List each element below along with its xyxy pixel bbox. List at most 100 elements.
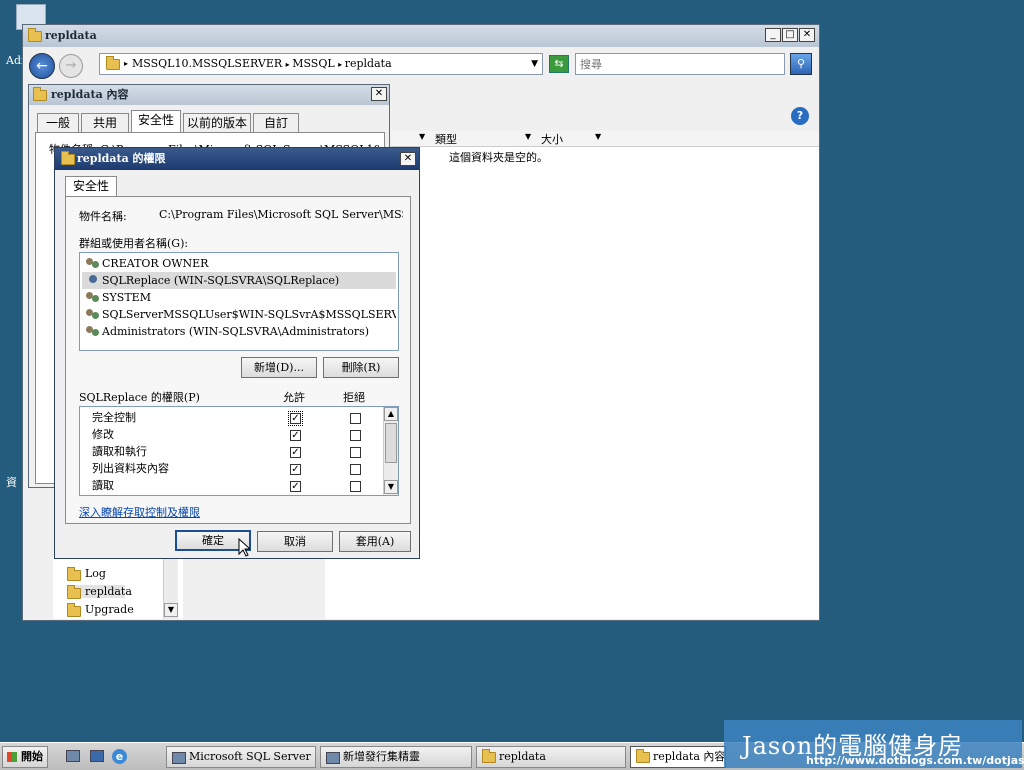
address-bar[interactable]: ▸ MSSQL10.MSSQLSERVER ▸ MSSQL ▸ repldata… <box>99 53 543 75</box>
search-input[interactable] <box>575 53 785 75</box>
permission-scrollbar[interactable]: ▲ ▼ <box>383 407 398 495</box>
deny-checkbox[interactable] <box>350 447 361 458</box>
permissions-titlebar[interactable]: repldata 的權限 <box>55 148 419 170</box>
permission-row: 列出資料夾內容 <box>92 462 169 475</box>
maximize-button[interactable]: □ <box>782 28 798 42</box>
permission-row: 讀取和執行 <box>92 445 147 458</box>
address-segment[interactable]: MSSQL <box>292 57 334 70</box>
object-path: C:\Program Files\Microsoft SQL Server\MS… <box>159 208 403 221</box>
principal-item[interactable]: SYSTEM <box>82 289 396 306</box>
deny-checkbox[interactable] <box>350 413 361 424</box>
tree-item[interactable]: Upgrade <box>67 603 134 617</box>
deny-checkbox[interactable] <box>350 481 361 492</box>
sql-server-icon <box>172 752 186 764</box>
add-button[interactable]: 新增(D)... <box>241 357 317 378</box>
column-header-type[interactable]: 類型 <box>435 131 457 147</box>
permission-row: 讀取 <box>92 479 114 492</box>
user-group-icon <box>86 325 100 338</box>
folder-icon <box>482 749 496 763</box>
tab-sharing[interactable]: 共用 <box>81 113 129 133</box>
properties-titlebar[interactable]: repldata 內容 <box>29 85 389 105</box>
column-chevron-icon[interactable]: ▼ <box>419 132 425 141</box>
windows-logo-icon <box>7 752 17 762</box>
deny-header: 拒絕 <box>343 391 365 404</box>
principal-item[interactable]: Administrators (WIN-SQLSVRA\Administrato… <box>82 323 396 340</box>
tab-security[interactable]: 安全性 <box>131 110 181 132</box>
back-button[interactable]: ← <box>29 53 55 79</box>
scroll-down-button[interactable]: ▼ <box>164 603 178 617</box>
close-button[interactable]: ✕ <box>400 152 416 166</box>
principal-item[interactable]: SQLReplace (WIN-SQLSVRA\SQLReplace) <box>82 272 396 289</box>
column-chevron-icon[interactable]: ▼ <box>525 132 531 141</box>
remove-button[interactable]: 刪除(R) <box>323 357 399 378</box>
chevron-down-icon[interactable]: ▼ <box>531 54 538 74</box>
scroll-thumb[interactable] <box>385 423 397 463</box>
user-group-icon <box>86 257 100 270</box>
minimize-button[interactable]: _ <box>765 28 781 42</box>
taskbar-item[interactable]: repldata <box>476 746 626 768</box>
allow-checkbox[interactable]: ✓ <box>290 464 301 475</box>
tree-scrollbar[interactable]: ▼ <box>163 555 178 619</box>
server-manager-icon[interactable] <box>66 750 80 762</box>
tab-general[interactable]: 一般 <box>37 113 79 133</box>
help-link[interactable]: 深入瞭解存取控制及權限 <box>79 504 200 520</box>
deny-checkbox[interactable] <box>350 464 361 475</box>
show-desktop-icon[interactable] <box>90 750 104 762</box>
address-segment[interactable]: MSSQL10.MSSQLSERVER <box>132 57 282 70</box>
group-label: 群組或使用者名稱(G): <box>79 237 189 250</box>
scroll-up-button[interactable]: ▲ <box>384 407 398 421</box>
permission-row: 修改 <box>92 428 114 441</box>
tree-item[interactable]: Log <box>67 567 106 581</box>
start-button[interactable]: 開始 <box>2 746 48 768</box>
column-chevron-icon[interactable]: ▼ <box>595 132 601 141</box>
apply-button[interactable]: 套用(A) <box>339 531 411 552</box>
close-button[interactable]: ✕ <box>371 87 387 101</box>
allow-header: 允許 <box>283 391 305 404</box>
allow-checkbox[interactable]: ✓ <box>288 411 303 426</box>
properties-title: repldata 內容 <box>51 88 129 101</box>
desktop-icon-label: 資 <box>6 476 17 489</box>
watermark-url: http://www.dotblogs.com.tw/dotjason <box>806 754 1024 767</box>
taskbar-item-active[interactable]: repldata 內容 <box>630 746 726 768</box>
tab-security[interactable]: 安全性 <box>65 176 117 197</box>
address-sep-icon: ▸ <box>124 59 129 68</box>
principal-item[interactable]: SQLServerMSSQLUser$WIN-SQLSvrA$MSSQLSERV… <box>82 306 396 323</box>
tab-previous-versions[interactable]: 以前的版本 <box>183 113 251 133</box>
folder-icon <box>33 87 47 101</box>
close-button[interactable]: ✕ <box>799 28 815 42</box>
permission-row: 完全控制 <box>92 411 136 424</box>
principal-list[interactable]: CREATOR OWNER SQLReplace (WIN-SQLSVRA\SQ… <box>79 252 399 351</box>
user-group-icon <box>86 308 100 321</box>
allow-checkbox[interactable]: ✓ <box>290 481 301 492</box>
allow-checkbox[interactable]: ✓ <box>290 430 301 441</box>
object-name-label: 物件名稱: <box>79 210 127 223</box>
search-icon: ⚲ <box>796 57 806 70</box>
forward-button[interactable]: → <box>59 54 83 78</box>
mouse-cursor-icon <box>238 538 250 557</box>
taskbar-item[interactable]: 新增發行集精靈 <box>320 746 472 768</box>
tree-item[interactable]: repldata <box>67 585 132 599</box>
folder-icon <box>61 151 75 165</box>
refresh-button[interactable]: ⇆ <box>549 55 569 73</box>
internet-explorer-icon[interactable]: e <box>112 749 127 764</box>
explorer-titlebar[interactable]: repldata <box>23 25 819 47</box>
search-button[interactable]: ⚲ <box>790 53 812 75</box>
deny-checkbox[interactable] <box>350 430 361 441</box>
taskbar-item[interactable]: Microsoft SQL Server ... <box>166 746 316 768</box>
watermark: Jason的電腦健身房 http://www.dotblogs.com.tw/d… <box>724 720 1024 768</box>
allow-checkbox[interactable]: ✓ <box>290 447 301 458</box>
address-segment[interactable]: repldata <box>345 57 392 70</box>
column-header-size[interactable]: 大小 <box>541 131 563 147</box>
user-icon <box>86 274 100 287</box>
principal-item[interactable]: CREATOR OWNER <box>82 255 396 272</box>
help-icon[interactable]: ? <box>791 107 809 125</box>
folder-icon <box>106 56 120 70</box>
permissions-label: SQLReplace 的權限(P) <box>79 391 200 404</box>
tab-customize[interactable]: 自訂 <box>253 113 299 133</box>
scroll-down-button[interactable]: ▼ <box>384 480 398 494</box>
back-arrow-icon: ← <box>36 58 48 74</box>
permissions-dialog: repldata 的權限 ✕ 安全性 物件名稱: C:\Program File… <box>54 147 420 559</box>
cancel-button[interactable]: 取消 <box>257 531 333 552</box>
wizard-icon <box>326 752 340 764</box>
explorer-title: repldata <box>45 29 97 42</box>
